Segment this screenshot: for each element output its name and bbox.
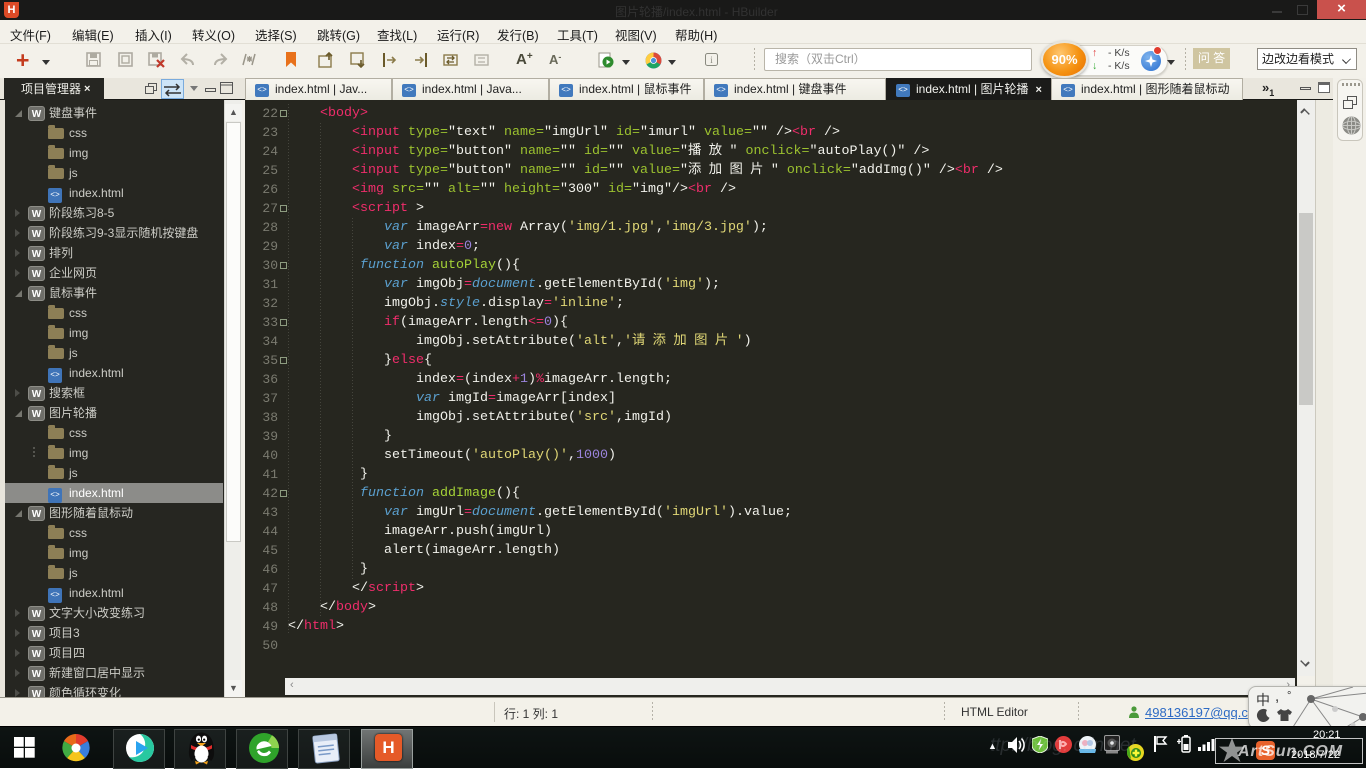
svg-text:i: i bbox=[710, 55, 713, 65]
